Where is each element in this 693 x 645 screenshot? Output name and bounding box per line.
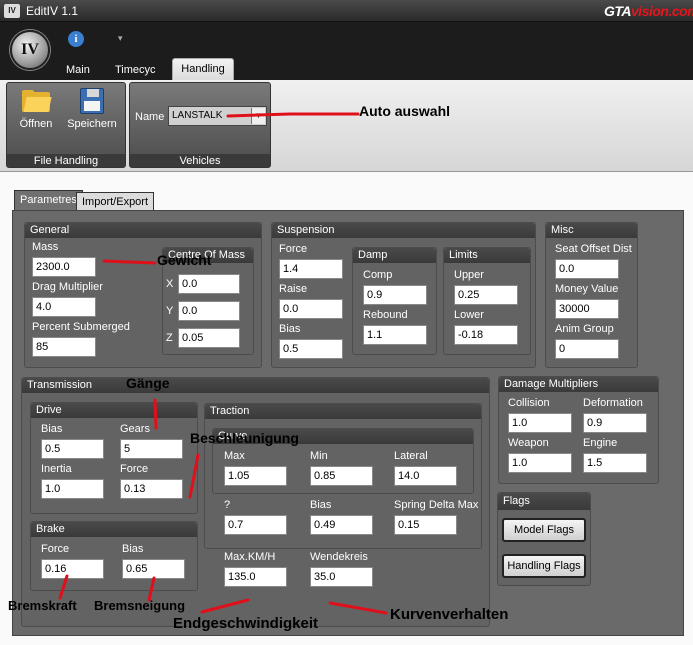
annotation-stroke-gewicht — [102, 259, 157, 265]
annotation-stroke-gaenge — [153, 398, 158, 430]
annotation-stroke-bremskraft — [58, 574, 69, 600]
annotation-strokes — [58, 112, 388, 615]
annotation-beschleunigung: Beschleunigung — [190, 430, 299, 446]
annotation-gewicht: Gewicht — [157, 252, 212, 268]
annotation-endgeschwindigkeit: Endgeschwindigkeit — [173, 615, 319, 632]
annotation-auto-auswahl: Auto auswahl — [359, 103, 451, 119]
annotation-bremsneigung: Bremsneigung — [94, 598, 186, 613]
annotation-stroke-endgeschwindigkeit — [200, 598, 250, 614]
annotation-stroke-kurvenverhalten — [328, 601, 388, 615]
annotation-stroke-bremsneigung — [147, 576, 156, 602]
annotation-gaenge: Gänge — [126, 375, 170, 391]
annotation-stroke-auto — [226, 112, 360, 118]
annotation-stroke-beschleunigung — [188, 453, 200, 499]
annotation-bremskraft: Bremskraft — [8, 598, 77, 613]
annotation-kurvenverhalten: Kurvenverhalten — [390, 606, 509, 623]
